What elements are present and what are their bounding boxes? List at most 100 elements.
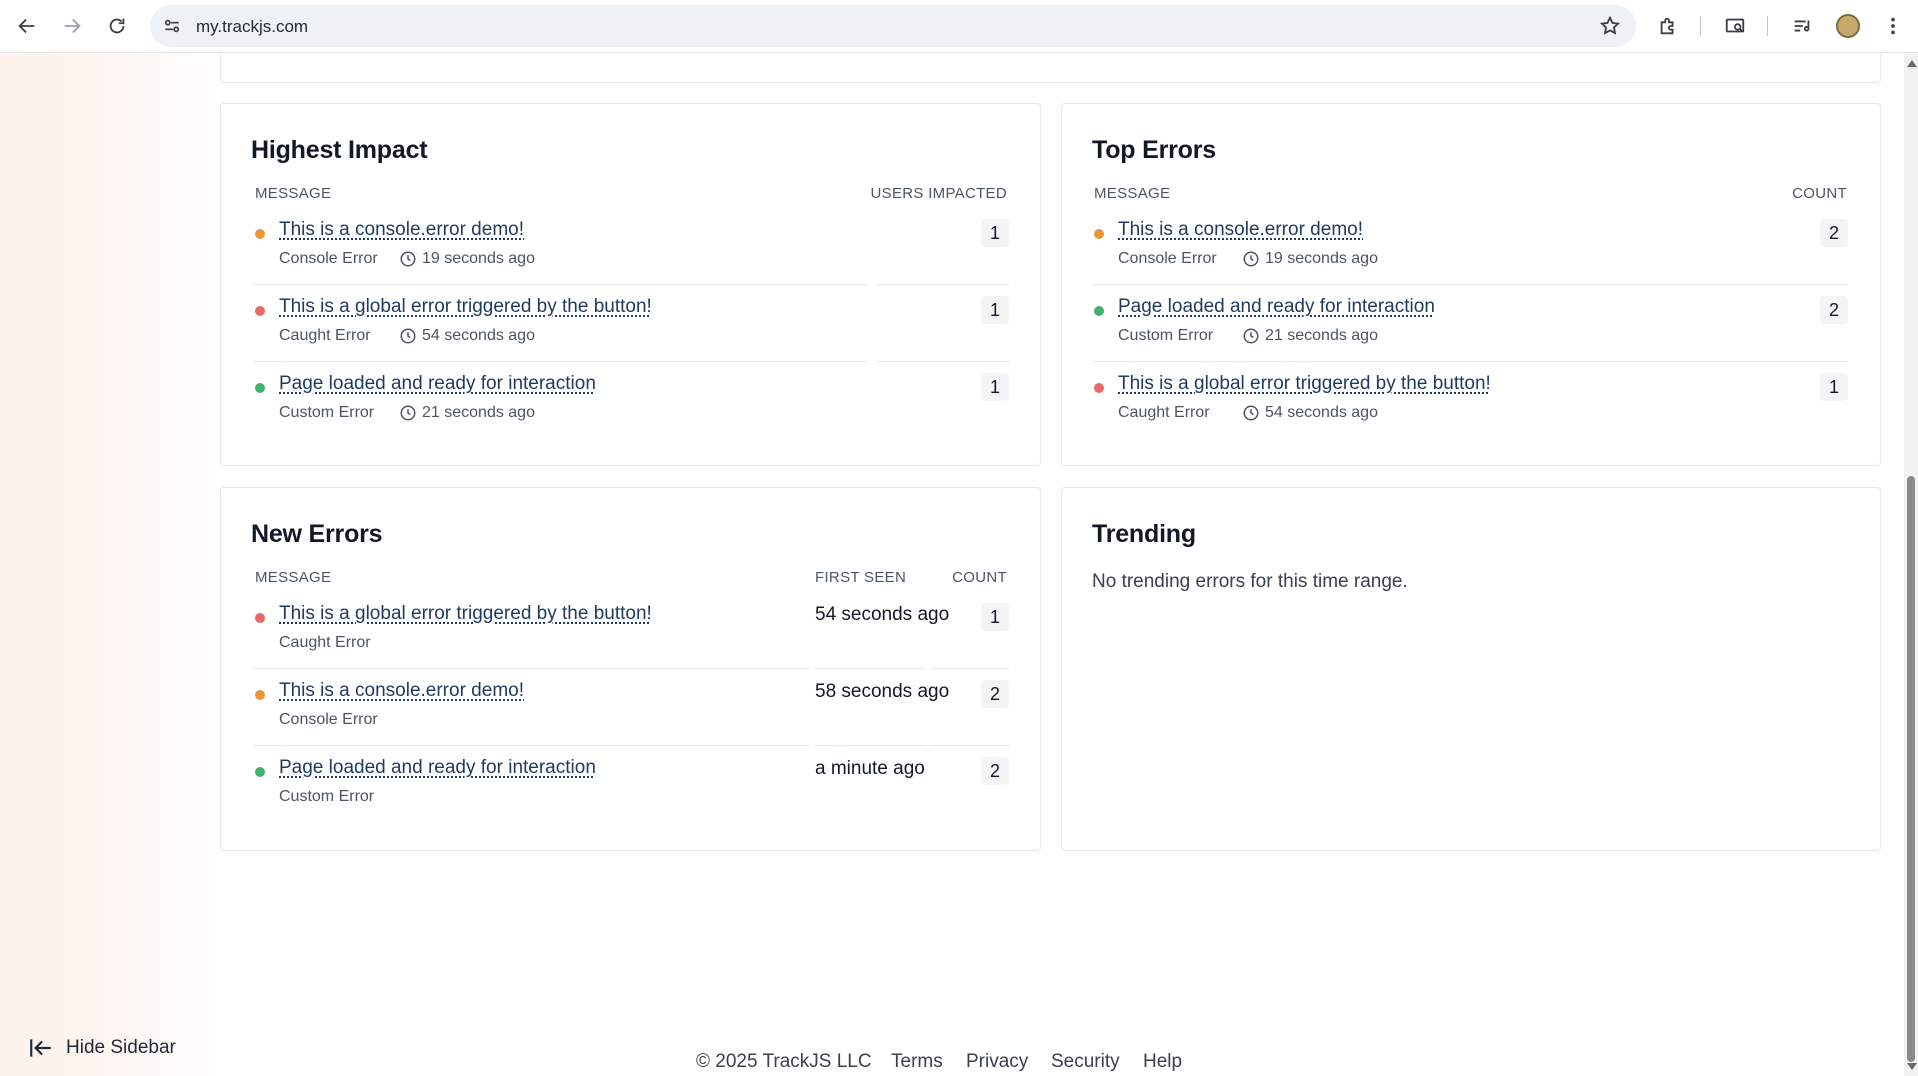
status-dot: [255, 383, 265, 393]
clock-icon: [399, 404, 417, 422]
forward-icon[interactable]: [54, 8, 90, 44]
list-item: This is a global error triggered by the …: [253, 593, 1009, 669]
column-header-message: MESSAGE: [255, 569, 332, 586]
status-dot: [255, 613, 265, 623]
error-message-link[interactable]: This is a global error triggered by the …: [1118, 373, 1491, 395]
clock-icon: [1242, 327, 1260, 345]
column-header-message: MESSAGE: [255, 185, 332, 202]
error-time: 54 seconds ago: [399, 327, 535, 345]
copyright: © 2025 TrackJS LLC: [696, 1051, 872, 1072]
error-type: Caught Error: [279, 634, 371, 651]
count-badge: 1: [981, 373, 1009, 401]
scroll-down-arrow-icon[interactable]: [1907, 1063, 1917, 1070]
column-header-users-impacted[interactable]: USERS IMPACTED: [871, 185, 1007, 202]
profile-avatar[interactable]: [1836, 14, 1860, 38]
count-badge: 2: [1820, 219, 1848, 247]
clock-icon: [1242, 250, 1260, 268]
column-header-count[interactable]: COUNT: [952, 569, 1007, 586]
count-badge: 1: [981, 219, 1009, 247]
highest-impact-card: Highest Impact MESSAGE USERS IMPACTED Th…: [220, 103, 1041, 466]
error-message-link[interactable]: This is a global error triggered by the …: [279, 296, 652, 318]
error-time: 54 seconds ago: [1242, 404, 1378, 422]
hide-sidebar-button[interactable]: Hide Sidebar: [28, 1035, 176, 1061]
status-dot: [255, 690, 265, 700]
browser-toolbar: my.trackjs.com: [0, 0, 1918, 53]
previous-card-bottom: [220, 54, 1881, 83]
error-type: Console Error: [279, 250, 378, 267]
card-title: Top Errors: [1092, 136, 1216, 164]
new-errors-card: New Errors MESSAGE FIRST SEEN COUNT This…: [220, 487, 1041, 851]
site-info-icon[interactable]: [160, 14, 184, 38]
footer-link-privacy[interactable]: Privacy: [966, 1051, 1028, 1073]
status-dot: [1094, 306, 1104, 316]
top-errors-card: Top Errors MESSAGE COUNT This is a conso…: [1061, 103, 1881, 466]
url-text[interactable]: my.trackjs.com: [196, 17, 308, 37]
column-header-count[interactable]: COUNT: [1792, 185, 1847, 202]
error-type: Custom Error: [279, 404, 375, 421]
collapse-sidebar-icon: [28, 1035, 54, 1061]
count-badge: 1: [981, 296, 1009, 324]
error-type: Caught Error: [279, 327, 371, 344]
card-title: Trending: [1092, 520, 1196, 548]
list-item: Page loaded and ready for interaction Cu…: [1092, 286, 1848, 362]
status-dot: [255, 767, 265, 777]
count-badge: 2: [1820, 296, 1848, 324]
list-item: Page loaded and ready for interaction Cu…: [253, 363, 1009, 439]
extensions-icon[interactable]: [1650, 8, 1686, 44]
error-type: Custom Error: [279, 788, 375, 805]
list-item: Page loaded and ready for interaction Cu…: [253, 747, 1009, 823]
count-badge: 1: [1820, 373, 1848, 401]
star-icon[interactable]: [1598, 14, 1622, 38]
error-type: Custom Error: [1118, 327, 1214, 344]
footer-link-help[interactable]: Help: [1143, 1051, 1182, 1073]
column-header-message: MESSAGE: [1094, 185, 1171, 202]
column-header-first-seen[interactable]: FIRST SEEN: [815, 569, 906, 586]
card-title: Highest Impact: [251, 136, 428, 164]
error-message-link[interactable]: This is a console.error demo!: [279, 219, 524, 241]
first-seen-value: a minute ago: [815, 758, 925, 779]
empty-state-text: No trending errors for this time range.: [1092, 571, 1408, 592]
status-dot: [255, 306, 265, 316]
scroll-up-arrow-icon[interactable]: [1907, 60, 1917, 67]
error-time: 19 seconds ago: [1242, 250, 1378, 268]
card-title: New Errors: [251, 520, 383, 548]
footer: © 2025 TrackJS LLC Terms Privacy Securit…: [0, 1024, 1904, 1072]
footer-link-terms[interactable]: Terms: [891, 1051, 943, 1073]
error-message-link[interactable]: This is a global error triggered by the …: [279, 603, 652, 625]
count-badge: 2: [981, 680, 1009, 708]
count-badge: 2: [981, 757, 1009, 785]
scroll-thumb[interactable]: [1907, 476, 1915, 1062]
list-item: This is a console.error demo! Console Er…: [253, 209, 1009, 285]
trending-card: Trending No trending errors for this tim…: [1061, 487, 1881, 851]
media-router-icon[interactable]: [1717, 8, 1753, 44]
error-type: Console Error: [279, 711, 378, 728]
list-item: This is a console.error demo! Console Er…: [1092, 209, 1848, 285]
list-item: This is a console.error demo! Console Er…: [253, 670, 1009, 746]
clock-icon: [1242, 404, 1260, 422]
address-bar[interactable]: my.trackjs.com: [150, 5, 1636, 47]
error-message-link[interactable]: Page loaded and ready for interaction: [279, 373, 596, 395]
first-seen-value: 54 seconds ago: [815, 604, 950, 625]
error-message-link[interactable]: Page loaded and ready for interaction: [1118, 296, 1435, 318]
vertical-scrollbar[interactable]: [1904, 54, 1918, 1076]
error-time: 21 seconds ago: [399, 404, 535, 422]
list-item: This is a global error triggered by the …: [1092, 363, 1848, 439]
first-seen-value: 58 seconds ago: [815, 681, 950, 702]
count-badge: 1: [981, 603, 1009, 631]
hide-sidebar-label: Hide Sidebar: [66, 1037, 176, 1058]
error-type: Caught Error: [1118, 404, 1210, 421]
error-message-link[interactable]: This is a console.error demo!: [1118, 219, 1363, 241]
reload-icon[interactable]: [99, 8, 135, 44]
reading-list-icon[interactable]: [1784, 8, 1820, 44]
status-dot: [1094, 383, 1104, 393]
error-message-link[interactable]: Page loaded and ready for interaction: [279, 757, 596, 779]
clock-icon: [399, 327, 417, 345]
footer-link-security[interactable]: Security: [1051, 1051, 1120, 1073]
error-type: Console Error: [1118, 250, 1217, 267]
list-item: This is a global error triggered by the …: [253, 286, 1009, 362]
error-message-link[interactable]: This is a console.error demo!: [279, 680, 524, 702]
status-dot: [1094, 229, 1104, 239]
menu-icon[interactable]: [1875, 8, 1911, 44]
back-icon[interactable]: [9, 8, 45, 44]
status-dot: [255, 229, 265, 239]
